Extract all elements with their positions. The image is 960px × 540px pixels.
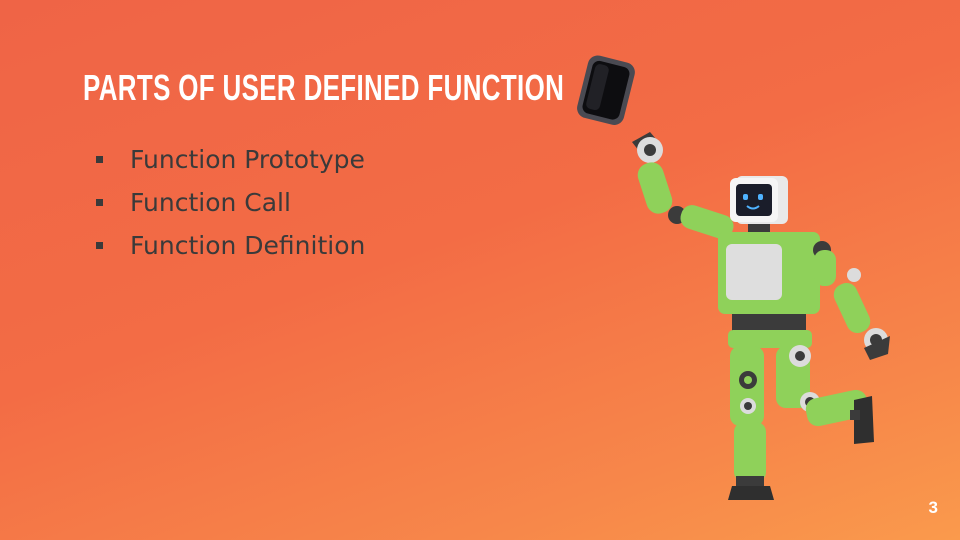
bullet-label: Function Call (130, 188, 291, 217)
raised-arm (632, 132, 734, 239)
bullet-marker-icon (96, 199, 103, 206)
robot-legs (728, 345, 874, 500)
bullet-marker-icon (96, 156, 103, 163)
bullet-list: Function Prototype Function Call Functio… (96, 138, 365, 267)
slide-number: 3 (928, 498, 938, 517)
slide-title: Parts of User Defined Function (83, 67, 565, 108)
robot-holding-phone-icon (577, 55, 890, 500)
bullet-marker-icon (96, 242, 103, 249)
phone-icon (577, 55, 635, 125)
lowered-arm (813, 241, 890, 360)
robot-head (730, 176, 788, 234)
robot-torso (718, 232, 820, 348)
slide: Parts of User Defined Function Function … (0, 0, 960, 540)
bullet-item: Function Definition (96, 224, 365, 267)
bullet-label: Function Definition (130, 231, 366, 260)
bullet-item: Function Prototype (96, 138, 365, 181)
bullet-item: Function Call (96, 181, 365, 224)
bullet-label: Function Prototype (130, 145, 365, 174)
